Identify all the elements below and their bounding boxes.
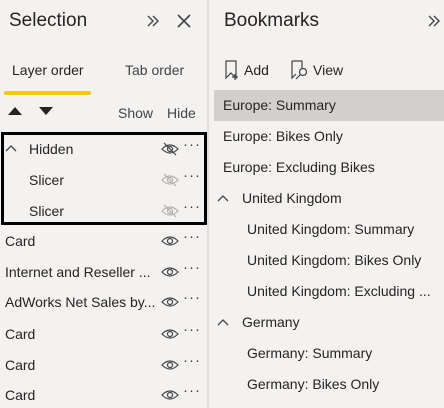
close-icon[interactable]	[176, 13, 192, 29]
bookmark-item[interactable]: United Kingdom: Excluding ...	[214, 276, 444, 307]
more-options-icon[interactable]: ···	[183, 228, 201, 245]
more-options-icon[interactable]: ···	[183, 321, 201, 338]
bookmark-label: Germany: Summary	[247, 345, 373, 361]
bookmark-item[interactable]: Europe: Summary	[214, 90, 444, 121]
layer-label: Card	[5, 387, 36, 403]
bookmark-label: Europe: Bikes Only	[223, 128, 343, 144]
bookmark-label: United Kingdom: Excluding ...	[247, 283, 431, 299]
selection-title: Selection	[9, 10, 88, 31]
bookmark-label: Europe: Excluding Bikes	[223, 159, 375, 175]
bookmarks-title: Bookmarks	[224, 10, 320, 31]
bookmark-item[interactable]: Europe: Bikes Only	[214, 121, 444, 152]
show-column-header[interactable]: Show	[118, 105, 153, 121]
tab-layer-order[interactable]: Layer order	[12, 62, 84, 78]
more-options-icon[interactable]: ···	[183, 259, 201, 276]
bookmarks-pane: Bookmarks Add View Europe: Summary Europ…	[209, 0, 444, 408]
layer-label: Card	[5, 233, 36, 249]
eye-icon[interactable]	[161, 388, 179, 402]
expand-icon[interactable]	[426, 13, 442, 29]
more-options-icon[interactable]: ···	[183, 289, 201, 306]
bookmark-label: Germany: Bikes Only	[247, 376, 380, 392]
eye-icon[interactable]	[161, 358, 179, 372]
group-highlight-box	[1, 132, 207, 225]
layer-label: Card	[5, 357, 36, 373]
layer-label: AdWorks Net Sales by...	[5, 294, 155, 310]
bookmark-group-label: United Kingdom	[242, 190, 342, 206]
layer-row[interactable]: Card ···	[0, 226, 207, 257]
bookmark-item[interactable]: Europe: Excluding Bikes	[214, 152, 444, 183]
bookmark-item[interactable]: United Kingdom: Summary	[214, 214, 444, 245]
bookmark-label: United Kingdom: Summary	[247, 221, 415, 237]
tab-underline	[4, 91, 91, 95]
eye-icon[interactable]	[161, 327, 179, 341]
eye-icon[interactable]	[161, 295, 179, 309]
layer-row[interactable]: Card ···	[0, 380, 207, 408]
add-bookmark-label: Add	[244, 62, 269, 78]
hide-column-header[interactable]: Hide	[167, 105, 196, 121]
move-down-icon[interactable]	[37, 104, 55, 118]
bookmark-item[interactable]: United Kingdom: Bikes Only	[214, 245, 444, 276]
layer-label: Card	[5, 326, 36, 342]
view-icon	[291, 60, 309, 80]
selection-pane: Selection Layer order Tab order Show Hid…	[0, 0, 207, 408]
layer-row[interactable]: Internet and Reseller ... ···	[0, 257, 207, 288]
layer-row[interactable]: Card ···	[0, 319, 207, 350]
layer-row[interactable]: Card ···	[0, 350, 207, 381]
chevron-up-icon[interactable]	[217, 317, 229, 327]
view-label: View	[313, 62, 344, 78]
chevron-up-icon[interactable]	[217, 193, 229, 203]
eye-icon[interactable]	[161, 265, 179, 279]
more-options-icon[interactable]: ···	[183, 352, 201, 369]
bookmark-item[interactable]: Germany: Bikes Only	[214, 369, 444, 400]
add-bookmark-button[interactable]: Add	[224, 60, 269, 80]
layer-label: Internet and Reseller ...	[5, 264, 151, 280]
bookmark-item[interactable]: Germany: Summary	[214, 338, 444, 369]
bookmark-group-label: Germany	[242, 314, 300, 330]
more-options-icon[interactable]: ···	[183, 382, 201, 399]
eye-icon[interactable]	[161, 234, 179, 248]
move-up-icon[interactable]	[6, 104, 24, 118]
bookmark-group-germany[interactable]: Germany	[214, 307, 444, 338]
view-button[interactable]: View	[291, 60, 343, 80]
bookmark-add-icon	[224, 60, 240, 80]
layer-row[interactable]: AdWorks Net Sales by... ···	[0, 287, 207, 318]
bookmark-label: Europe: Summary	[223, 97, 336, 113]
bookmark-label: United Kingdom: Bikes Only	[247, 252, 422, 268]
expand-icon[interactable]	[145, 13, 161, 29]
bookmark-group-united-kingdom[interactable]: United Kingdom	[214, 183, 444, 214]
tab-tab-order[interactable]: Tab order	[125, 62, 184, 78]
